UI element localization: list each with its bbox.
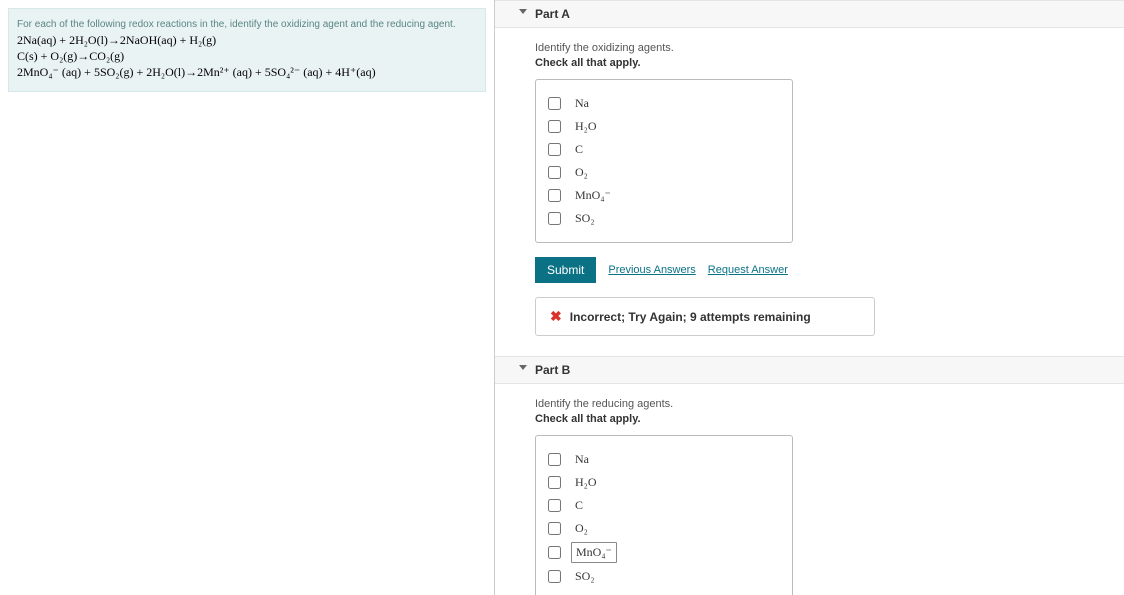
option-label: MnO₄⁻ <box>571 186 615 205</box>
option-label: C <box>571 140 587 159</box>
feedback-text: Incorrect; Try Again; 9 attempts remaini… <box>570 310 811 324</box>
option-row[interactable]: O₂ <box>548 519 780 538</box>
checkbox[interactable] <box>548 546 561 559</box>
option-row[interactable]: H₂O <box>548 473 780 492</box>
intro-box: For each of the following redox reaction… <box>8 8 486 92</box>
part-a-options: Na H₂O C O₂ MnO₄⁻ SO₂ <box>535 79 793 243</box>
part-b-title: Part B <box>535 363 570 377</box>
part-a-instruction: Identify the oxidizing agents. <box>535 42 1084 54</box>
part-a-title: Part A <box>535 7 570 21</box>
checkbox[interactable] <box>548 97 561 110</box>
option-row[interactable]: MnO₄⁻ <box>548 542 780 563</box>
problem-panel: For each of the following redox reaction… <box>0 0 495 595</box>
checkbox[interactable] <box>548 189 561 202</box>
equation-3: 2MnO₄⁻ (aq) + 5SO₂(g) + 2H₂O(l)→2Mn²⁺ (a… <box>17 65 477 80</box>
part-b-instruction: Identify the reducing agents. <box>535 398 1084 410</box>
option-label: SO₂ <box>571 209 599 228</box>
option-row[interactable]: O₂ <box>548 163 780 182</box>
submit-button[interactable]: Submit <box>535 257 596 283</box>
option-row[interactable]: Na <box>548 450 780 469</box>
checkbox[interactable] <box>548 212 561 225</box>
option-label: H₂O <box>571 473 601 492</box>
prompt-text: For each of the following redox reaction… <box>17 19 477 30</box>
request-answer-link[interactable]: Request Answer <box>708 264 788 276</box>
part-a-body: Identify the oxidizing agents. Check all… <box>495 28 1124 356</box>
chevron-down-icon <box>519 9 527 14</box>
incorrect-icon: ✖ <box>550 308 562 325</box>
option-label: Na <box>571 94 593 113</box>
equation-1: 2Na(aq) + 2H₂O(l)→2NaOH(aq) + H₂(g) <box>17 33 477 48</box>
option-row[interactable]: SO₂ <box>548 209 780 228</box>
option-row[interactable]: Na <box>548 94 780 113</box>
part-a-button-row: Submit Previous Answers Request Answer <box>535 257 1084 283</box>
option-label: MnO₄⁻ <box>571 542 617 563</box>
option-row[interactable]: C <box>548 140 780 159</box>
option-row[interactable]: H₂O <box>548 117 780 136</box>
part-b-header[interactable]: Part B <box>495 356 1124 384</box>
option-row[interactable]: MnO₄⁻ <box>548 186 780 205</box>
option-label: H₂O <box>571 117 601 136</box>
checkbox[interactable] <box>548 453 561 466</box>
option-row[interactable]: C <box>548 496 780 515</box>
previous-answers-link[interactable]: Previous Answers <box>608 264 695 276</box>
option-label: SO₂ <box>571 567 599 586</box>
answer-panel: Part A Identify the oxidizing agents. Ch… <box>495 0 1124 595</box>
checkbox[interactable] <box>548 166 561 179</box>
option-label: O₂ <box>571 163 592 182</box>
part-b-subinstruction: Check all that apply. <box>535 413 1084 425</box>
option-label: O₂ <box>571 519 592 538</box>
checkbox[interactable] <box>548 476 561 489</box>
checkbox[interactable] <box>548 570 561 583</box>
option-row[interactable]: SO₂ <box>548 567 780 586</box>
option-label: C <box>571 496 587 515</box>
part-b-body: Identify the reducing agents. Check all … <box>495 384 1124 595</box>
chevron-down-icon <box>519 365 527 370</box>
equation-2: C(s) + O₂(g)→CO₂(g) <box>17 49 477 64</box>
part-a-header[interactable]: Part A <box>495 0 1124 28</box>
part-b-options: Na H₂O C O₂ MnO₄⁻ SO₂ <box>535 435 793 595</box>
checkbox[interactable] <box>548 143 561 156</box>
part-a-subinstruction: Check all that apply. <box>535 57 1084 69</box>
checkbox[interactable] <box>548 499 561 512</box>
checkbox[interactable] <box>548 120 561 133</box>
part-a-feedback: ✖ Incorrect; Try Again; 9 attempts remai… <box>535 297 875 336</box>
option-label: Na <box>571 450 593 469</box>
checkbox[interactable] <box>548 522 561 535</box>
